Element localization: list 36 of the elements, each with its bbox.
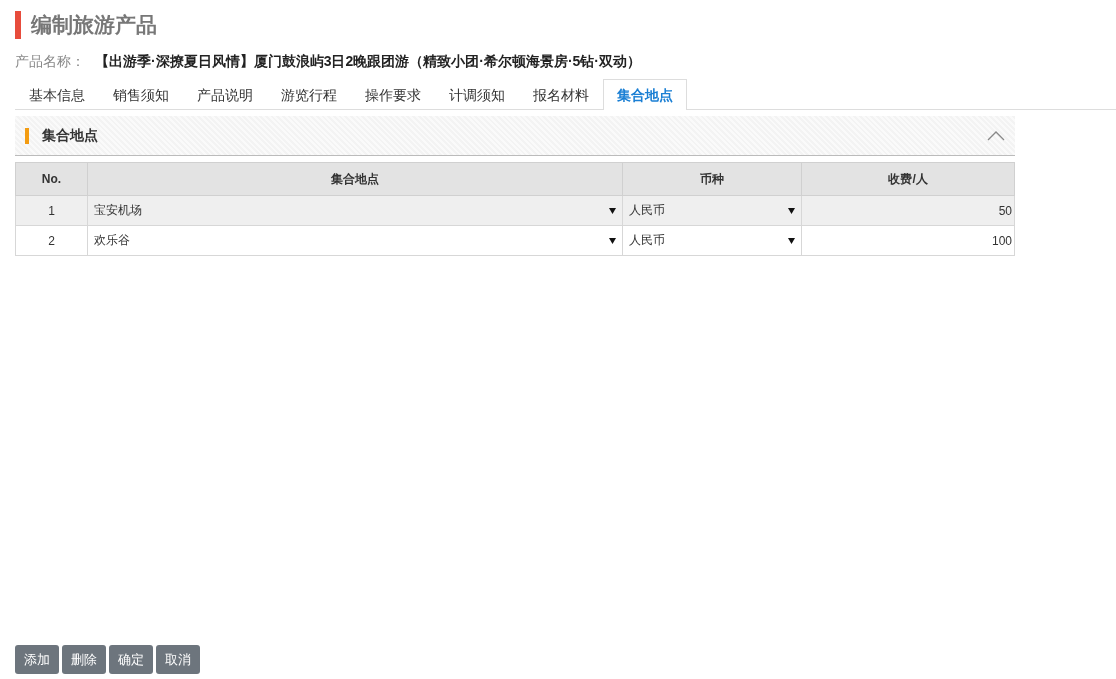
section-accent-bar [25, 127, 29, 144]
tab[interactable]: 集合地点 [603, 79, 687, 110]
column-header: 收费/人 [801, 162, 1015, 196]
tab[interactable]: 基本信息 [15, 79, 99, 109]
column-header: No. [15, 162, 88, 196]
collapse-chevron-icon[interactable] [987, 130, 1005, 141]
fee-field[interactable]: 50 [801, 195, 1015, 226]
action-button[interactable]: 添加 [15, 645, 59, 674]
fee-field[interactable]: 100 [801, 225, 1015, 256]
location-dropdown[interactable]: 欢乐谷 [87, 226, 623, 255]
tab[interactable]: 计调须知 [435, 79, 519, 109]
product-name-label: 产品名称： [15, 53, 85, 71]
caret-icon [609, 237, 617, 244]
caret-icon [788, 237, 796, 244]
action-button[interactable]: 删除 [62, 645, 106, 674]
table-row[interactable]: 1 宝安机场 人民币 50 [15, 195, 1015, 226]
tab[interactable]: 游览行程 [267, 79, 351, 109]
tab[interactable]: 产品说明 [183, 79, 267, 109]
page-title: 编制旅游产品 [31, 12, 157, 38]
product-name: 【出游季·深撩夏日风情】厦门鼓浪屿3日2晚跟团游（精致小团·希尔顿海景房·5钻·双动） [95, 53, 641, 71]
currency-dropdown[interactable]: 人民币 [623, 196, 802, 225]
tab[interactable]: 操作要求 [351, 79, 435, 109]
tab[interactable]: 销售须知 [99, 79, 183, 109]
location-dropdown[interactable]: 宝安机场 [87, 196, 623, 225]
action-button[interactable]: 确定 [109, 645, 153, 674]
row-number: 2 [15, 225, 88, 256]
tab[interactable]: 报名材料 [519, 79, 603, 109]
title-accent-bar [15, 11, 21, 39]
section-title: 集合地点 [42, 126, 99, 145]
caret-icon [609, 207, 617, 214]
action-button[interactable]: 取消 [156, 645, 200, 674]
column-header: 集合地点 [87, 162, 623, 196]
currency-dropdown[interactable]: 人民币 [623, 226, 802, 255]
row-number: 1 [15, 195, 88, 226]
caret-icon [788, 207, 796, 214]
column-header: 币种 [622, 162, 802, 196]
